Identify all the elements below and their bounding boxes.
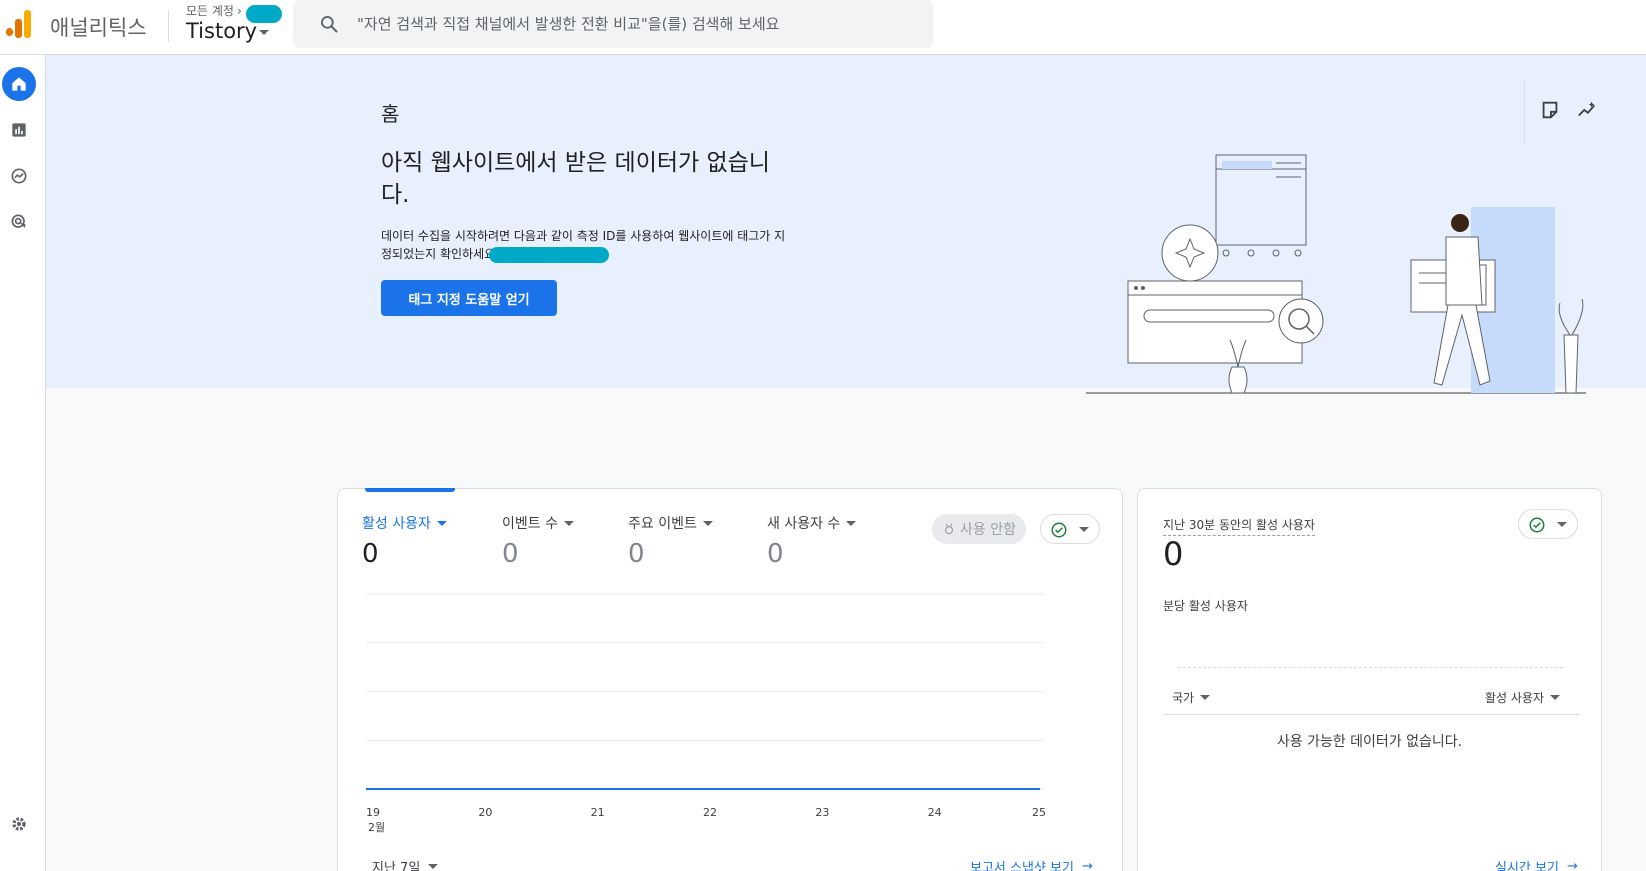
active-users-column-label: 활성 사용자 (1485, 691, 1545, 705)
left-nav (0, 55, 46, 871)
metric-value: 0 (362, 539, 379, 569)
realtime-value: 0 (1163, 535, 1184, 573)
x-tick-label: 21 (590, 806, 605, 819)
sparkline-baseline (1178, 667, 1563, 668)
x-tick-label: 19 (366, 806, 380, 819)
reports-icon (12, 123, 26, 137)
settings-icon (12, 817, 26, 831)
divider (1163, 714, 1580, 715)
chevron-down-icon (436, 520, 447, 526)
hero-banner: 홈 아직 웹사이트에서 받은 데이터가 없습니다. 데이터 수집을 시작하려면 … (46, 55, 1646, 394)
country-column-header[interactable]: 국가 (1172, 689, 1211, 706)
chevron-right-icon: › (236, 4, 242, 18)
metric-value: 0 (628, 539, 645, 569)
note-icon[interactable] (1539, 99, 1561, 121)
hero-description: 데이터 수집을 시작하려면 다음과 같이 측정 ID를 사용하여 웹사이트에 태… (381, 227, 791, 263)
x-tick-label: 20 (478, 806, 493, 819)
page-title: 홈 (381, 102, 400, 126)
chevron-down-icon[interactable] (259, 30, 269, 35)
empty-state-text: 사용 가능한 데이터가 없습니다. (1276, 734, 1463, 750)
report-snapshot-link-label: 보고서 스냅샷 보기 (970, 861, 1074, 871)
chevron-down-icon (1550, 695, 1561, 700)
metric-active-users[interactable]: 활성 사용자 0 (362, 513, 447, 569)
check-circle-icon (1051, 522, 1067, 538)
chevron-down-icon (846, 520, 857, 526)
disabled-chip-label: 사용 안함 (960, 522, 1016, 538)
realtime-card: 지난 30분 동안의 활성 사용자 0 분당 활성 사용자 국가 활성 사용자 … (1137, 488, 1602, 871)
check-circle-icon (1529, 517, 1545, 533)
metric-new-users[interactable]: 새 사용자 수 0 (767, 513, 857, 569)
active-users-column-header[interactable]: 활성 사용자 (1485, 689, 1561, 706)
tag-help-button[interactable]: 태그 지정 도움말 얻기 (381, 280, 557, 316)
arrow-right-icon: → (1566, 859, 1578, 871)
search-input[interactable]: "자연 검색과 직접 채널에서 발생한 전환 비교"을(를) 검색해 보세요 (357, 13, 779, 34)
account-label: 모든 계정 (186, 4, 234, 18)
data-quality-dropdown[interactable] (1040, 514, 1100, 544)
chevron-down-icon (1079, 527, 1089, 532)
overview-card: 활성 사용자 0 이벤트 수 0 주요 이벤트 0 새 사용자 수 0 사용 안… (337, 488, 1123, 871)
chevron-down-icon (702, 520, 713, 526)
divider (1524, 79, 1525, 143)
nav-settings[interactable] (2, 807, 36, 841)
selected-indicator (365, 488, 455, 492)
country-column-label: 국가 (1172, 691, 1195, 705)
chevron-down-icon (563, 520, 574, 526)
realtime-sublabel: 분당 활성 사용자 (1163, 599, 1248, 613)
realtime-label[interactable]: 지난 30분 동안의 활성 사용자 (1163, 516, 1315, 536)
search-bar[interactable]: "자연 검색과 직접 채널에서 발생한 전환 비교"을(를) 검색해 보세요 (293, 0, 933, 48)
x-tick-label: 24 (927, 806, 942, 819)
top-bar: 애널리틱스 모든 계정 › Tistory "자연 검색과 직접 채널에서 발생한… (0, 0, 1646, 55)
disabled-chip: 사용 안함 (932, 514, 1026, 544)
nav-home[interactable] (2, 67, 36, 101)
x-tick-label: 25 (1032, 806, 1046, 819)
date-range-selector[interactable]: 지난 7일 (372, 857, 439, 871)
metric-label: 이벤트 수 (502, 516, 558, 532)
insights-icon[interactable] (1576, 99, 1598, 121)
divider (168, 10, 169, 42)
metric-label: 새 사용자 수 (767, 516, 841, 532)
chevron-down-icon (1557, 522, 1567, 527)
chevron-down-icon (1200, 695, 1211, 700)
date-range-label: 지난 7일 (372, 861, 421, 871)
arrow-right-icon: → (1081, 859, 1093, 871)
data-quality-dropdown[interactable] (1518, 509, 1578, 539)
realtime-link-label: 실시간 보기 (1495, 861, 1559, 871)
advertising-icon (11, 214, 26, 228)
metric-event-count[interactable]: 이벤트 수 0 (502, 513, 574, 569)
explore-icon (11, 168, 27, 184)
x-month-label: 2월 (368, 821, 386, 834)
nav-reports[interactable] (2, 113, 36, 147)
line-chart (366, 593, 1044, 790)
account-breadcrumb[interactable]: 모든 계정 › (186, 2, 242, 19)
realtime-link[interactable]: 실시간 보기 → (1495, 857, 1578, 871)
search-icon (321, 16, 338, 33)
award-icon (944, 523, 954, 535)
property-selector[interactable]: Tistory (186, 19, 257, 43)
redacted-measurement-id (489, 246, 610, 263)
metric-label: 활성 사용자 (362, 516, 431, 532)
home-icon (12, 77, 26, 91)
metric-value: 0 (502, 539, 519, 569)
hero-illustration (1086, 154, 1586, 394)
analytics-logo-icon[interactable] (6, 10, 32, 38)
metric-label: 주요 이벤트 (628, 516, 697, 532)
metric-value: 0 (767, 539, 784, 569)
chevron-down-icon (428, 864, 439, 869)
x-tick-label: 22 (703, 806, 717, 819)
hero-heading: 아직 웹사이트에서 받은 데이터가 없습니다. (381, 150, 770, 208)
report-snapshot-link[interactable]: 보고서 스냅샷 보기 → (970, 857, 1093, 871)
app-title[interactable]: 애널리틱스 (50, 12, 147, 42)
x-tick-label: 23 (815, 806, 830, 819)
nav-explore[interactable] (2, 159, 36, 193)
nav-advertising[interactable] (2, 205, 36, 239)
metric-key-events[interactable]: 주요 이벤트 0 (628, 513, 713, 569)
